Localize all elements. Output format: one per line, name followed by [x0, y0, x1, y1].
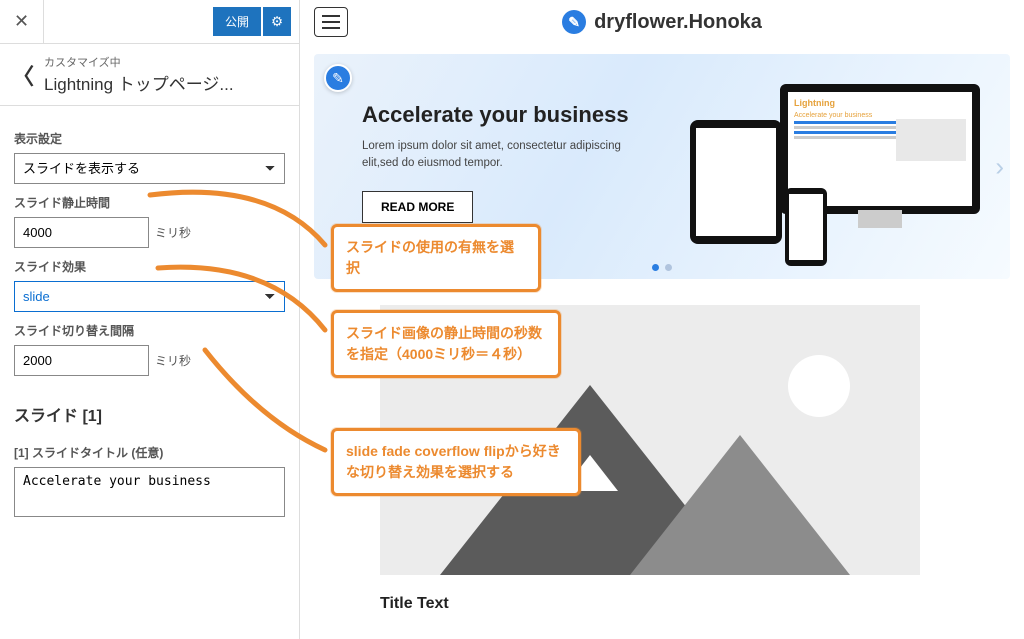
gear-icon: ⚙ — [271, 14, 283, 30]
interval-input[interactable] — [14, 345, 149, 376]
pause-unit: ミリ秒 — [155, 224, 191, 241]
publish-button[interactable]: 公開 — [213, 7, 261, 36]
controls-panel: 表示設定 スライドを表示する スライド静止時間 ミリ秒 スライド効果 slide… — [0, 106, 299, 639]
monitor-logo: Lightning — [794, 98, 966, 108]
hero-devices-graphic: Lightning Accelerate your business — [680, 84, 980, 264]
hero-body: Lorem ipsum dolor sit amet, consectetur … — [362, 138, 642, 173]
customizer-sidebar: ✕ 公開 ⚙ 〈 カスタマイズ中 Lightning トップページ... 表示設… — [0, 0, 300, 639]
sidebar-header: 〈 カスタマイズ中 Lightning トップページ... — [0, 44, 299, 106]
hero-dots — [652, 264, 672, 271]
back-button[interactable]: 〈 — [12, 59, 34, 91]
brand-icon: ✎ — [562, 10, 586, 34]
slide-title-input[interactable]: Accelerate your business — [14, 467, 285, 517]
hero-next-arrow[interactable]: › — [995, 151, 1004, 182]
preview-topbar: ✎ dryflower.Honoka — [300, 0, 1024, 44]
gear-button[interactable]: ⚙ — [263, 7, 291, 36]
annotation-1: スライドの使用の有無を選択 — [331, 224, 541, 292]
sidebar-topbar: ✕ 公開 ⚙ — [0, 0, 299, 44]
edit-badge[interactable]: ✎ — [324, 64, 352, 92]
monitor-sub: Accelerate your business — [794, 112, 966, 119]
display-setting-select[interactable]: スライドを表示する — [14, 153, 285, 184]
slide-title-label: [1] スライドタイトル (任意) — [14, 444, 285, 461]
hero-readmore-button[interactable]: READ MORE — [362, 191, 473, 223]
interval-unit: ミリ秒 — [155, 352, 191, 369]
close-button[interactable]: ✕ — [0, 0, 44, 44]
annotation-3: slide fade coverflow flipから好きな切り替え効果を選択す… — [331, 428, 581, 496]
slide-section-title: スライド [1] — [14, 402, 285, 426]
effect-label: スライド効果 — [14, 258, 285, 275]
pause-input[interactable] — [14, 217, 149, 248]
interval-label: スライド切り替え間隔 — [14, 322, 285, 339]
sidebar-title: Lightning トップページ... — [44, 70, 234, 95]
dot-2[interactable] — [665, 264, 672, 271]
content-title: Title Text — [380, 595, 1010, 613]
hamburger-button[interactable] — [314, 7, 348, 37]
display-setting-label: 表示設定 — [14, 130, 285, 147]
brand: ✎ dryflower.Honoka — [562, 10, 762, 34]
brand-text: dryflower.Honoka — [594, 11, 762, 34]
sidebar-subheading: カスタマイズ中 — [44, 54, 234, 70]
hero-title: Accelerate your business — [362, 102, 642, 128]
annotation-2: スライド画像の静止時間の秒数を指定（4000ミリ秒＝４秒） — [331, 310, 561, 378]
dot-1[interactable] — [652, 264, 659, 271]
effect-select[interactable]: slide — [14, 281, 285, 312]
pause-label: スライド静止時間 — [14, 194, 285, 211]
